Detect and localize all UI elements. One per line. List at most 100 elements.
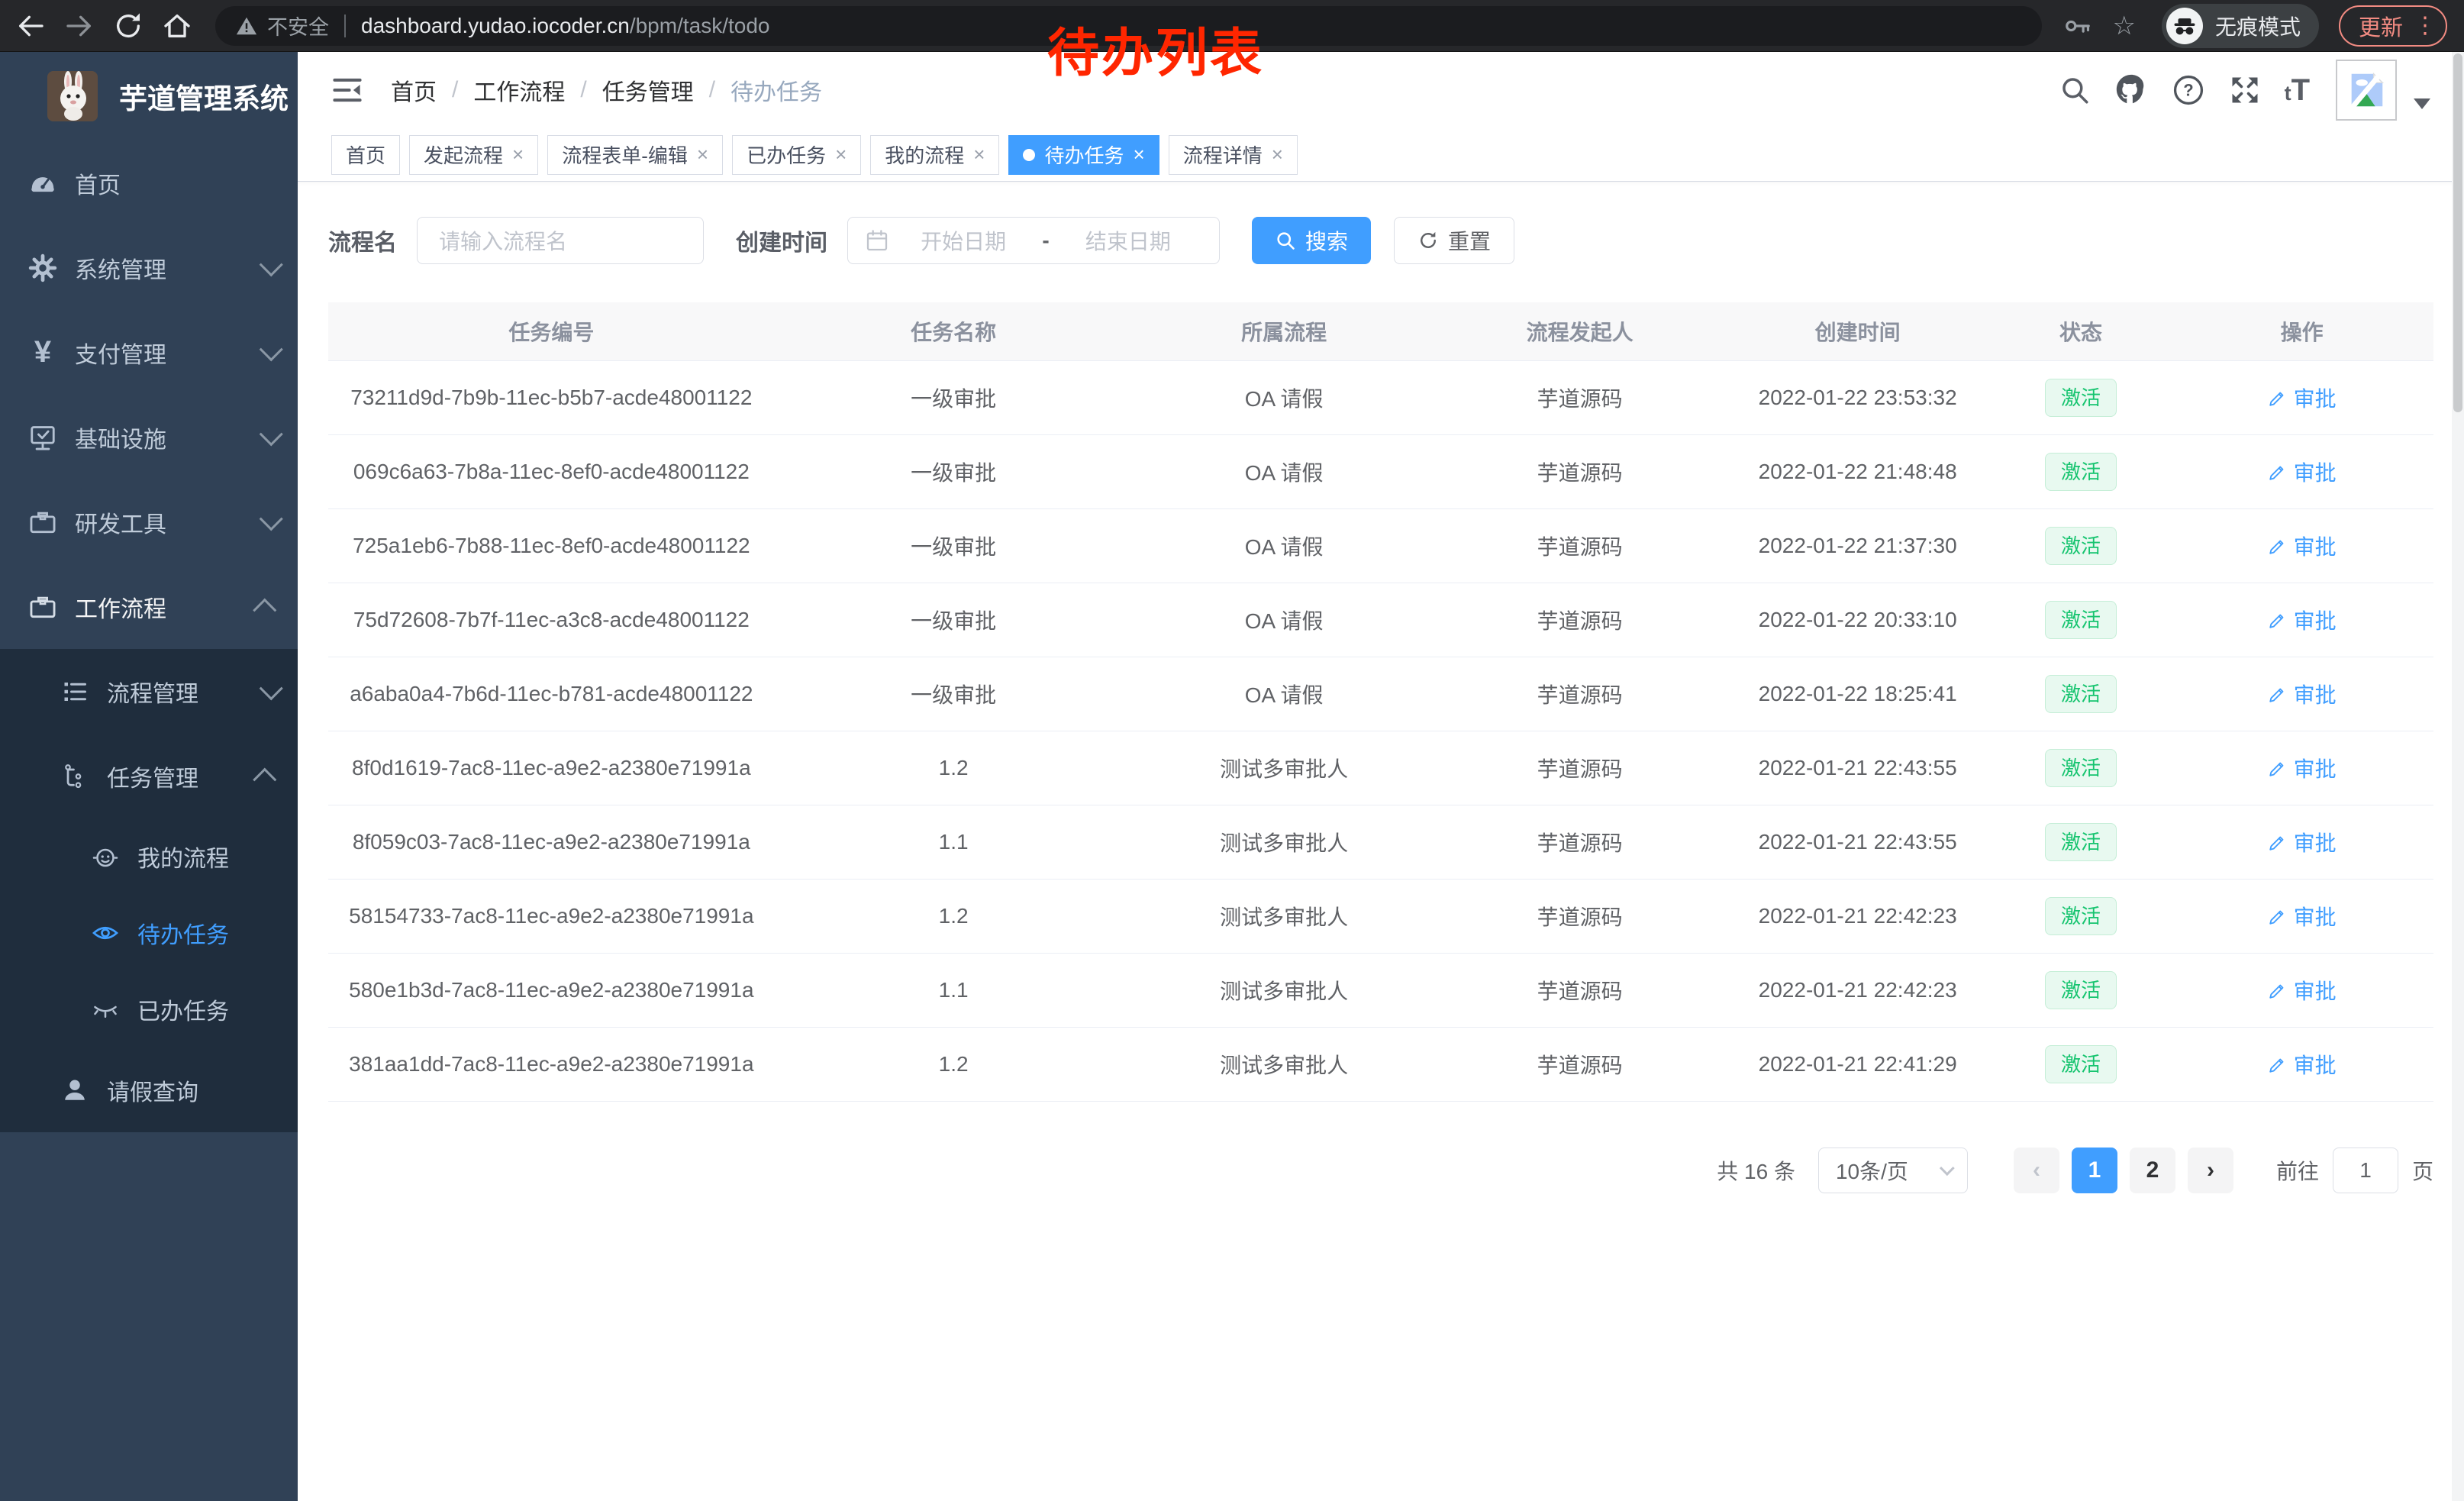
browser-reload-icon[interactable] bbox=[110, 8, 147, 44]
tab-4[interactable]: 我的流程× bbox=[870, 135, 999, 175]
status-badge: 激活 bbox=[2045, 379, 2117, 417]
cell-id: 725a1eb6-7b88-11ec-8ef0-acde48001122 bbox=[328, 508, 775, 583]
search-button[interactable]: 搜索 bbox=[1252, 217, 1371, 264]
cell-action: 审批 bbox=[2170, 953, 2433, 1027]
sidebar-toggle-icon[interactable] bbox=[331, 74, 363, 106]
sidebar-item-todo-task[interactable]: 待办任务 bbox=[0, 895, 298, 971]
page-content: 流程名 请输入流程名 创建时间 开始日期 - 结束日期 搜索 重置 bbox=[298, 182, 2464, 1193]
sidebar-item-bpm[interactable]: 工作流程 bbox=[0, 564, 298, 649]
eye-closed-icon bbox=[89, 996, 122, 1023]
sidebar-item-infra[interactable]: 基础设施 bbox=[0, 395, 298, 479]
gear-icon bbox=[26, 253, 60, 282]
approve-link[interactable]: 审批 bbox=[2268, 679, 2337, 709]
browser-forward-icon[interactable] bbox=[61, 8, 98, 44]
tab-5[interactable]: 待办任务× bbox=[1008, 135, 1159, 175]
bookmark-star-icon[interactable]: ☆ bbox=[2112, 11, 2135, 41]
approve-link[interactable]: 审批 bbox=[2268, 975, 2337, 1006]
tab-close-icon[interactable]: × bbox=[1134, 143, 1145, 166]
page-size-select[interactable]: 10条/页 bbox=[1818, 1148, 1968, 1193]
cell-status: 激活 bbox=[1992, 731, 2170, 805]
tab-6[interactable]: 流程详情× bbox=[1169, 135, 1298, 175]
approve-link[interactable]: 审批 bbox=[2268, 531, 2337, 561]
search-icon[interactable] bbox=[2059, 74, 2091, 106]
tab-close-icon[interactable]: × bbox=[512, 143, 524, 166]
fullscreen-icon[interactable] bbox=[2228, 73, 2262, 107]
cell-action: 审批 bbox=[2170, 508, 2433, 583]
url-text: dashboard.yudao.iocoder.cn/bpm/task/todo bbox=[361, 14, 769, 38]
approve-link[interactable]: 审批 bbox=[2268, 827, 2337, 857]
sidebar-logo[interactable]: 芋道管理系统 bbox=[0, 52, 298, 140]
cell-created: 2022-01-21 22:42:23 bbox=[1724, 879, 1992, 953]
tab-close-icon[interactable]: × bbox=[697, 143, 708, 166]
approve-link[interactable]: 审批 bbox=[2268, 383, 2337, 413]
cell-status: 激活 bbox=[1992, 953, 2170, 1027]
sidebar-item-system[interactable]: 系统管理 bbox=[0, 225, 298, 310]
approve-label: 审批 bbox=[2294, 531, 2337, 561]
sidebar-item-leave[interactable]: 请假查询 bbox=[0, 1047, 298, 1132]
tab-3[interactable]: 已办任务× bbox=[732, 135, 861, 175]
cell-starter: 芋道源码 bbox=[1436, 805, 1724, 879]
cell-starter: 芋道源码 bbox=[1436, 360, 1724, 434]
start-date-input[interactable]: 开始日期 bbox=[889, 225, 1037, 256]
tab-1[interactable]: 发起流程× bbox=[409, 135, 538, 175]
github-icon[interactable] bbox=[2114, 73, 2149, 108]
font-size-icon[interactable]: tT bbox=[2285, 73, 2310, 108]
browser-menu-icon[interactable]: ⋮ bbox=[2414, 12, 2437, 39]
sidebar-item-pay[interactable]: ¥ 支付管理 bbox=[0, 310, 298, 395]
sidebar-item-done-task[interactable]: 已办任务 bbox=[0, 971, 298, 1047]
tab-0[interactable]: 首页 bbox=[331, 135, 400, 175]
tab-close-icon[interactable]: × bbox=[1272, 143, 1283, 166]
reset-button[interactable]: 重置 bbox=[1394, 217, 1514, 264]
prev-page-button[interactable]: ‹ bbox=[2014, 1148, 2059, 1193]
sidebar-item-my-process[interactable]: 我的流程 bbox=[0, 818, 298, 895]
key-icon[interactable] bbox=[2063, 11, 2092, 40]
browser-scrollbar[interactable] bbox=[2452, 52, 2464, 1501]
approve-link[interactable]: 审批 bbox=[2268, 457, 2337, 487]
end-date-input[interactable]: 结束日期 bbox=[1054, 225, 1202, 256]
cell-process: 测试多审批人 bbox=[1133, 953, 1436, 1027]
yen-icon: ¥ bbox=[26, 335, 60, 370]
breadcrumb-task[interactable]: 任务管理 bbox=[602, 73, 694, 107]
cell-status: 激活 bbox=[1992, 508, 2170, 583]
goto-page-input[interactable]: 1 bbox=[2333, 1148, 2398, 1193]
avatar-caret-icon[interactable] bbox=[2414, 98, 2430, 109]
browser-back-icon[interactable] bbox=[12, 8, 49, 44]
breadcrumb-home[interactable]: 首页 bbox=[391, 73, 437, 107]
date-range-picker[interactable]: 开始日期 - 结束日期 bbox=[847, 217, 1220, 264]
tab-close-icon[interactable]: × bbox=[835, 143, 847, 166]
status-badge: 激活 bbox=[2045, 897, 2117, 935]
sidebar-item-model[interactable]: 流程管理 bbox=[0, 649, 298, 734]
sidebar-item-tool[interactable]: 研发工具 bbox=[0, 479, 298, 564]
avatar[interactable] bbox=[2336, 60, 2397, 121]
tab-2[interactable]: 流程表单-编辑× bbox=[547, 135, 723, 175]
pagination: 共 16 条 10条/页 ‹ 1 2 › 前往 1 页 bbox=[328, 1148, 2433, 1193]
approve-link[interactable]: 审批 bbox=[2268, 901, 2337, 931]
sidebar-item-home[interactable]: 首页 bbox=[0, 140, 298, 225]
goto-suffix: 页 bbox=[2412, 1155, 2433, 1186]
browser-home-icon[interactable] bbox=[159, 8, 195, 44]
sidebar-item-task[interactable]: 任务管理 bbox=[0, 734, 298, 818]
breadcrumb-bpm[interactable]: 工作流程 bbox=[473, 73, 565, 107]
page-button-1[interactable]: 1 bbox=[2072, 1148, 2117, 1193]
cell-created: 2022-01-21 22:43:55 bbox=[1724, 731, 1992, 805]
scrollbar-thumb[interactable] bbox=[2453, 53, 2462, 412]
approve-label: 审批 bbox=[2294, 753, 2337, 783]
browser-update-button[interactable]: 更新 ⋮ bbox=[2339, 5, 2447, 47]
approve-label: 审批 bbox=[2294, 827, 2337, 857]
cell-process: OA 请假 bbox=[1133, 508, 1436, 583]
workflow-icon bbox=[26, 592, 60, 621]
cell-name: 一级审批 bbox=[775, 508, 1133, 583]
process-name-input[interactable]: 请输入流程名 bbox=[417, 217, 704, 264]
tab-close-icon[interactable]: × bbox=[973, 143, 985, 166]
col-action: 操作 bbox=[2170, 302, 2433, 360]
page-button-2[interactable]: 2 bbox=[2130, 1148, 2175, 1193]
help-icon[interactable]: ? bbox=[2172, 73, 2205, 107]
next-page-button[interactable]: › bbox=[2188, 1148, 2233, 1193]
chevron-down-icon bbox=[260, 676, 283, 700]
table-header-row: 任务编号 任务名称 所属流程 流程发起人 创建时间 状态 操作 bbox=[328, 302, 2433, 360]
approve-link[interactable]: 审批 bbox=[2268, 1049, 2337, 1080]
approve-link[interactable]: 审批 bbox=[2268, 753, 2337, 783]
approve-link[interactable]: 审批 bbox=[2268, 605, 2337, 635]
cell-id: 8f059c03-7ac8-11ec-a9e2-a2380e71991a bbox=[328, 805, 775, 879]
table-row: 069c6a63-7b8a-11ec-8ef0-acde48001122一级审批… bbox=[328, 434, 2433, 508]
